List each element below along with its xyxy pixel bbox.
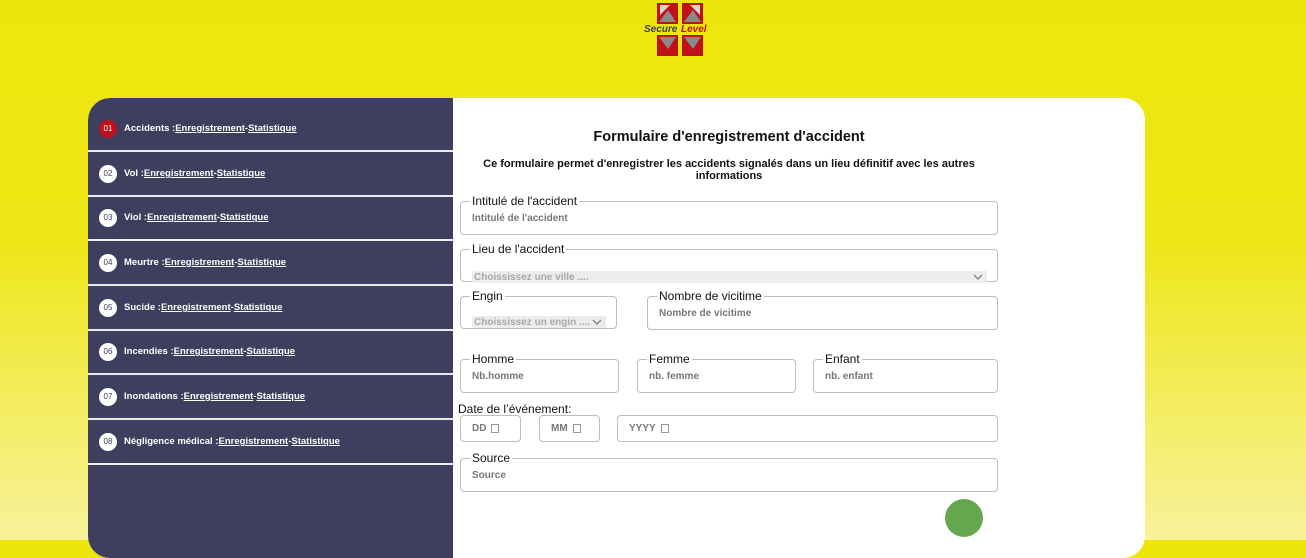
main-card: 01 Accidents : Enregistrement - Statisti… bbox=[88, 98, 1145, 558]
sidebar-item-inondations[interactable]: 07 Inondations : Enregistrement - Statis… bbox=[88, 375, 453, 420]
sidebar-item-label: Accidents : bbox=[124, 123, 176, 134]
intitule-label: Intitulé de l'accident bbox=[472, 194, 578, 208]
sidebar-item-label: Inondations : bbox=[124, 391, 184, 402]
link-statistique[interactable]: Statistique bbox=[220, 212, 269, 223]
sidebar-item-meurtre[interactable]: 04 Meurtre : Enregistrement - Statistiqu… bbox=[88, 241, 453, 286]
source-fieldset: Source bbox=[460, 452, 998, 492]
link-statistique[interactable]: Statistique bbox=[246, 346, 295, 357]
homme-label: Homme bbox=[472, 352, 515, 366]
link-enregistrement[interactable]: Enregistrement bbox=[165, 257, 235, 268]
source-label: Source bbox=[472, 451, 511, 465]
date-day-placeholder: DD bbox=[472, 423, 487, 434]
intitule-input[interactable] bbox=[472, 213, 986, 224]
homme-input[interactable] bbox=[472, 371, 607, 382]
date-year-input[interactable]: YYYY bbox=[617, 415, 998, 442]
step-badge: 08 bbox=[99, 432, 117, 451]
link-statistique[interactable]: Statistique bbox=[234, 302, 283, 313]
femme-label: Femme bbox=[649, 352, 690, 366]
submit-button[interactable] bbox=[945, 499, 983, 537]
chevron-down-icon bbox=[973, 274, 983, 281]
chevron-down-icon bbox=[592, 319, 602, 326]
step-badge: 04 bbox=[99, 253, 117, 272]
calendar-icon bbox=[572, 424, 581, 433]
date-month-input[interactable]: MM bbox=[539, 415, 600, 442]
lieu-fieldset: Lieu de l'accident Choississez une ville… bbox=[460, 242, 998, 283]
sidebar-item-incendies[interactable]: 06 Incendies : Enregistrement - Statisti… bbox=[88, 330, 453, 375]
sidebar: 01 Accidents : Enregistrement - Statisti… bbox=[88, 98, 453, 558]
calendar-icon bbox=[491, 424, 500, 433]
lieu-label: Lieu de l'accident bbox=[472, 242, 565, 256]
step-badge: 06 bbox=[99, 342, 117, 361]
victimes-input[interactable] bbox=[659, 308, 986, 319]
date-day-input[interactable]: DD bbox=[460, 415, 521, 442]
link-enregistrement[interactable]: Enregistrement bbox=[161, 302, 231, 313]
victimes-label: Nombre de vicitime bbox=[659, 289, 762, 303]
logo-text-secure: Secure bbox=[644, 24, 678, 35]
source-input[interactable] bbox=[472, 470, 986, 481]
enfant-fieldset: Enfant bbox=[813, 353, 998, 393]
form-panel: Formulaire d'enregistrement d'accident C… bbox=[453, 98, 1145, 558]
lieu-select-value: Choississez une ville .... bbox=[474, 271, 589, 283]
enfant-input[interactable] bbox=[825, 371, 986, 382]
logo-text-level: Level bbox=[681, 24, 707, 35]
step-badge: 02 bbox=[99, 164, 117, 183]
sidebar-item-label: Vol : bbox=[124, 168, 144, 179]
step-badge: 05 bbox=[99, 298, 117, 317]
step-badge: 07 bbox=[99, 387, 117, 406]
sidebar-item-negligence-medical[interactable]: 08 Négligence médical : Enregistrement -… bbox=[88, 420, 453, 465]
link-enregistrement[interactable]: Enregistrement bbox=[219, 436, 289, 447]
engin-fieldset: Engin Choississez un engin .... bbox=[460, 290, 617, 329]
femme-fieldset: Femme bbox=[637, 353, 796, 393]
step-badge: 01 bbox=[99, 119, 117, 138]
link-statistique[interactable]: Statistique bbox=[238, 257, 287, 268]
sidebar-item-label: Sucide : bbox=[124, 302, 161, 313]
link-statistique[interactable]: Statistique bbox=[217, 168, 266, 179]
link-statistique[interactable]: Statistique bbox=[291, 436, 340, 447]
engin-label: Engin bbox=[472, 289, 503, 303]
link-enregistrement[interactable]: Enregistrement bbox=[147, 212, 217, 223]
sidebar-item-vol[interactable]: 02 Vol : Enregistrement - Statistique bbox=[88, 152, 453, 197]
femme-input[interactable] bbox=[649, 371, 784, 382]
link-enregistrement[interactable]: Enregistrement bbox=[174, 346, 244, 357]
sidebar-item-label: Viol : bbox=[124, 212, 148, 223]
engin-select-value: Choississez un engin .... bbox=[474, 316, 591, 328]
homme-fieldset: Homme bbox=[460, 353, 619, 393]
calendar-icon bbox=[660, 424, 669, 433]
engin-select[interactable]: Choississez un engin .... bbox=[472, 316, 606, 328]
date-month-placeholder: MM bbox=[551, 423, 568, 434]
form-description: Ce formulaire permet d'enregistrer les a… bbox=[483, 158, 975, 182]
link-statistique[interactable]: Statistique bbox=[248, 123, 297, 134]
enfant-label: Enfant bbox=[825, 352, 860, 366]
date-label: Date de l’événement: bbox=[458, 402, 572, 416]
sidebar-item-label: Négligence médical : bbox=[124, 436, 219, 447]
intitule-fieldset: Intitulé de l'accident bbox=[460, 195, 998, 235]
lieu-select[interactable]: Choississez une ville .... bbox=[472, 271, 987, 283]
link-enregistrement[interactable]: Enregistrement bbox=[184, 391, 254, 402]
form-title: Formulaire d'enregistrement d'accident bbox=[593, 129, 865, 145]
sidebar-item-label: Meurtre : bbox=[124, 257, 165, 268]
link-statistique[interactable]: Statistique bbox=[257, 391, 306, 402]
link-enregistrement[interactable]: Enregistrement bbox=[175, 123, 245, 134]
sidebar-item-viol[interactable]: 03 Viol : Enregistrement - Statistique bbox=[88, 196, 453, 241]
sidebar-item-accidents[interactable]: 01 Accidents : Enregistrement - Statisti… bbox=[88, 107, 453, 152]
link-enregistrement[interactable]: Enregistrement bbox=[144, 168, 214, 179]
sidebar-item-label: Incendies : bbox=[124, 346, 174, 357]
secure-level-logo: Secure Level bbox=[644, 2, 718, 58]
date-year-placeholder: YYYY bbox=[629, 423, 656, 434]
victimes-fieldset: Nombre de vicitime bbox=[647, 290, 998, 330]
step-badge: 03 bbox=[99, 208, 117, 227]
sidebar-item-sucide[interactable]: 05 Sucide : Enregistrement - Statistique bbox=[88, 286, 453, 331]
